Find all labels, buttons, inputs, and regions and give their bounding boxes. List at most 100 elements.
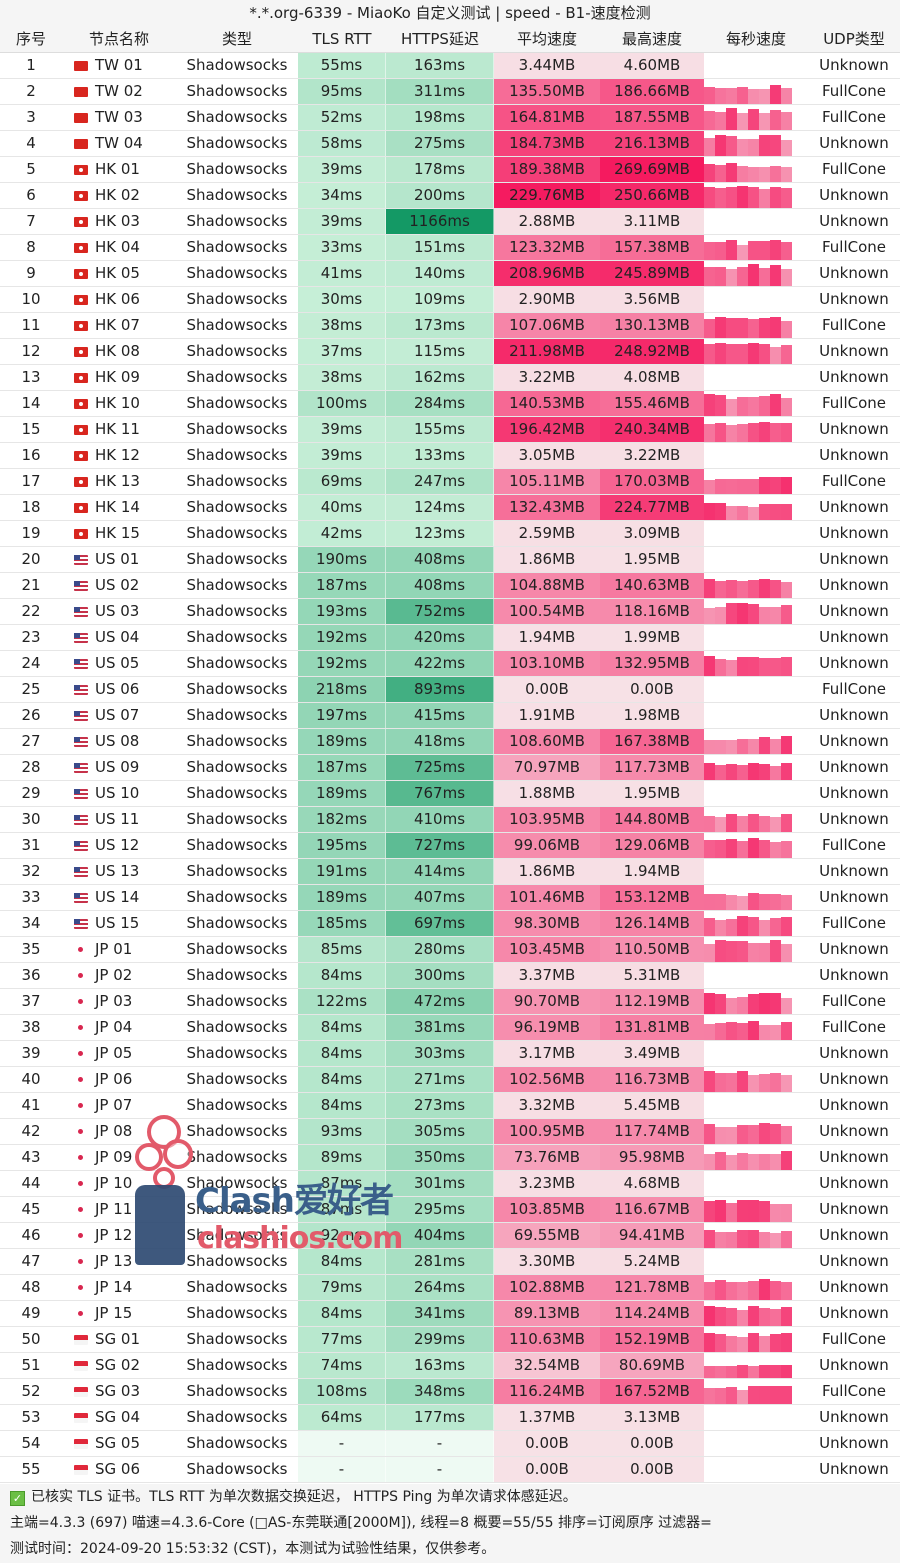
speed-bar	[770, 1334, 781, 1352]
speed-bar	[748, 1154, 759, 1170]
table-row[interactable]: 37 JP 03 Shadowsocks 122ms 472ms 90.70MB 112.1…	[0, 989, 900, 1015]
speed-bar	[748, 423, 759, 442]
speed-bar	[704, 480, 715, 494]
node-name-cell: HK 09	[62, 365, 176, 390]
max-speed: 0.00B	[600, 1431, 704, 1456]
speedtest-report: *.*.org-6339 - MiaoKo 自定义测试 | speed - B1…	[0, 0, 900, 1563]
table-row[interactable]: 23 US 04 Shadowsocks 192ms 420ms 1.94MB 1.99MB…	[0, 625, 900, 651]
table-row[interactable]: 44 JP 10 Shadowsocks 87ms 301ms 3.23MB 4.68MB U…	[0, 1171, 900, 1197]
table-row[interactable]: 42 JP 08 Shadowsocks 93ms 305ms 100.95MB 117.7…	[0, 1119, 900, 1145]
node-type: Shadowsocks	[186, 420, 288, 438]
table-row[interactable]: 21 US 02 Shadowsocks 187ms 408ms 104.88MB 140.…	[0, 573, 900, 599]
table-row[interactable]: 52 SG 03 Shadowsocks 108ms 348ms 116.24MB 167.…	[0, 1379, 900, 1405]
table-row[interactable]: 22 US 03 Shadowsocks 193ms 752ms 100.54MB 118.…	[0, 599, 900, 625]
table-row[interactable]: 20 US 01 Shadowsocks 190ms 408ms 1.86MB 1.95MB…	[0, 547, 900, 573]
table-row[interactable]: 47 JP 13 Shadowsocks 84ms 281ms 3.30MB 5.24MB U…	[0, 1249, 900, 1275]
node-name-cell: US 14	[62, 885, 176, 910]
table-row[interactable]: 49 JP 15 Shadowsocks 84ms 341ms 89.13MB 114.24…	[0, 1301, 900, 1327]
per-second-speed-graph	[704, 53, 808, 78]
table-row[interactable]: 18 HK 14 Shadowsocks 40ms 124ms 132.43MB 224.7…	[0, 495, 900, 521]
table-row[interactable]: 50 SG 01 Shadowsocks 77ms 299ms 110.63MB 152.1…	[0, 1327, 900, 1353]
speed-bar	[715, 1023, 726, 1040]
table-row[interactable]: 41 JP 07 Shadowsocks 84ms 273ms 3.32MB 5.45MB U…	[0, 1093, 900, 1119]
table-row[interactable]: 53 SG 04 Shadowsocks 64ms 177ms 1.37MB 3.13MB U…	[0, 1405, 900, 1431]
tls-rtt: 193ms	[298, 599, 386, 624]
flag-jp-icon	[74, 1049, 88, 1059]
speed-bar	[737, 424, 748, 442]
table-row[interactable]: 48 JP 14 Shadowsocks 79ms 264ms 102.88MB 121.7…	[0, 1275, 900, 1301]
table-row[interactable]: 38 JP 04 Shadowsocks 84ms 381ms 96.19MB 131.81…	[0, 1015, 900, 1041]
tls-rtt: 64ms	[298, 1405, 386, 1430]
table-row[interactable]: 43 JP 09 Shadowsocks 89ms 350ms 73.76MB 95.98M…	[0, 1145, 900, 1171]
table-row[interactable]: 8 HK 04 Shadowsocks 33ms 151ms 123.32MB 157.38…	[0, 235, 900, 261]
table-row[interactable]: 30 US 11 Shadowsocks 182ms 410ms 103.95MB 144.…	[0, 807, 900, 833]
table-row[interactable]: 39 JP 05 Shadowsocks 84ms 303ms 3.17MB 3.49MB U…	[0, 1041, 900, 1067]
table-row[interactable]: 35 JP 01 Shadowsocks 85ms 280ms 103.45MB 110.5…	[0, 937, 900, 963]
avg-speed: 2.90MB	[494, 287, 600, 312]
row-index: 18	[21, 498, 41, 516]
node-type: Shadowsocks	[186, 1200, 288, 1218]
footer-tls-note: ✓ 已核实 TLS 证书。TLS RTT 为单次数据交换延迟， HTTPS Pin…	[0, 1484, 900, 1510]
table-row[interactable]: 27 US 08 Shadowsocks 189ms 418ms 108.60MB 167.…	[0, 729, 900, 755]
speed-bar	[781, 657, 792, 676]
speed-bar	[781, 188, 792, 208]
node-name-cell: US 15	[62, 911, 176, 936]
table-row[interactable]: 13 HK 09 Shadowsocks 38ms 162ms 3.22MB 4.08MB U…	[0, 365, 900, 391]
https-latency: 305ms	[386, 1119, 494, 1144]
row-index: 31	[21, 836, 41, 854]
table-row[interactable]: 54 SG 05 Shadowsocks - -0.00B 0.00B Unknown	[0, 1431, 900, 1457]
table-row[interactable]: 15 HK 11 Shadowsocks 39ms 155ms 196.42MB 240.3…	[0, 417, 900, 443]
per-second-speed-graph	[704, 131, 808, 156]
tls-rtt: 190ms	[298, 547, 386, 572]
table-row[interactable]: 3 TW 03 Shadowsocks 52ms 198ms 164.81MB 187.55…	[0, 105, 900, 131]
udp-type: Unknown	[819, 784, 889, 802]
udp-type: FullCone	[821, 108, 887, 126]
table-row[interactable]: 2 TW 02 Shadowsocks 95ms 311ms 135.50MB 186.66…	[0, 79, 900, 105]
table-row[interactable]: 55 SG 06 Shadowsocks - -0.00B 0.00B Unknown	[0, 1457, 900, 1483]
table-row[interactable]: 14 HK 10 Shadowsocks 100ms 284ms 140.53MB 155.…	[0, 391, 900, 417]
max-speed: 240.34MB	[600, 417, 704, 442]
speed-bar	[704, 87, 715, 104]
table-row[interactable]: 34 US 15 Shadowsocks 185ms 697ms 98.30MB 126.1…	[0, 911, 900, 937]
node-name: HK 10	[95, 394, 140, 412]
table-row[interactable]: 10 HK 06 Shadowsocks 30ms 109ms 2.90MB 3.56MB U…	[0, 287, 900, 313]
udp-type: Unknown	[819, 134, 889, 152]
table-row[interactable]: 28 US 09 Shadowsocks 187ms 725ms 70.97MB 117.7…	[0, 755, 900, 781]
table-row[interactable]: 25 US 06 Shadowsocks 218ms 893ms 0.00B 0.00B Fu…	[0, 677, 900, 703]
table-row[interactable]: 45 JP 11 Shadowsocks 87ms 295ms 103.85MB 116.6…	[0, 1197, 900, 1223]
tls-rtt: 77ms	[298, 1327, 386, 1352]
table-row[interactable]: 4 TW 04 Shadowsocks 58ms 275ms 184.73MB 216.13…	[0, 131, 900, 157]
table-row[interactable]: 33 US 14 Shadowsocks 189ms 407ms 101.46MB 153.…	[0, 885, 900, 911]
table-row[interactable]: 16 HK 12 Shadowsocks 39ms 133ms 3.05MB 3.22MB U…	[0, 443, 900, 469]
table-row[interactable]: 31 US 12 Shadowsocks 195ms 727ms 99.06MB 129.0…	[0, 833, 900, 859]
table-row[interactable]: 19 HK 15 Shadowsocks 42ms 123ms 2.59MB 3.09MB U…	[0, 521, 900, 547]
table-row[interactable]: 29 US 10 Shadowsocks 189ms 767ms 1.88MB 1.95MB…	[0, 781, 900, 807]
node-name: HK 06	[95, 290, 140, 308]
table-row[interactable]: 32 US 13 Shadowsocks 191ms 414ms 1.86MB 1.94MB…	[0, 859, 900, 885]
table-row[interactable]: 11 HK 07 Shadowsocks 38ms 173ms 107.06MB 130.1…	[0, 313, 900, 339]
table-row[interactable]: 24 US 05 Shadowsocks 192ms 422ms 103.10MB 132.…	[0, 651, 900, 677]
node-name: US 14	[95, 888, 140, 906]
table-row[interactable]: 17 HK 13 Shadowsocks 69ms 247ms 105.11MB 170.0…	[0, 469, 900, 495]
udp-type: Unknown	[819, 1096, 889, 1114]
table-row[interactable]: 1 TW 01 Shadowsocks 55ms 163ms 3.44MB 4.60MB Un…	[0, 53, 900, 79]
table-row[interactable]: 26 US 07 Shadowsocks 197ms 415ms 1.91MB 1.98MB…	[0, 703, 900, 729]
table-row[interactable]: 46 JP 12 Shadowsocks 92ms 404ms 69.55MB 94.41M…	[0, 1223, 900, 1249]
table-row[interactable]: 36 JP 02 Shadowsocks 84ms 300ms 3.37MB 5.31MB U…	[0, 963, 900, 989]
speed-bar	[748, 1075, 759, 1092]
table-row[interactable]: 7 HK 03 Shadowsocks 39ms 1166ms 2.88MB 3.11MB U…	[0, 209, 900, 235]
node-type: Shadowsocks	[186, 1252, 288, 1270]
table-row[interactable]: 6 HK 02 Shadowsocks 34ms 200ms 229.76MB 250.66…	[0, 183, 900, 209]
speed-bar	[715, 659, 726, 676]
row-index: 1	[26, 56, 36, 74]
node-type: Shadowsocks	[186, 602, 288, 620]
table-row[interactable]: 40 JP 06 Shadowsocks 84ms 271ms 102.56MB 116.7…	[0, 1067, 900, 1093]
node-type: Shadowsocks	[186, 810, 288, 828]
speed-bar	[781, 345, 792, 364]
table-row[interactable]: 51 SG 02 Shadowsocks 74ms 163ms 32.54MB 80.69M…	[0, 1353, 900, 1379]
table-row[interactable]: 12 HK 08 Shadowsocks 37ms 115ms 211.98MB 248.9…	[0, 339, 900, 365]
table-row[interactable]: 5 HK 01 Shadowsocks 39ms 178ms 189.38MB 269.69…	[0, 157, 900, 183]
table-row[interactable]: 9 HK 05 Shadowsocks 41ms 140ms 208.96MB 245.89…	[0, 261, 900, 287]
node-name: SG 05	[95, 1434, 140, 1452]
speed-bar	[715, 765, 726, 780]
